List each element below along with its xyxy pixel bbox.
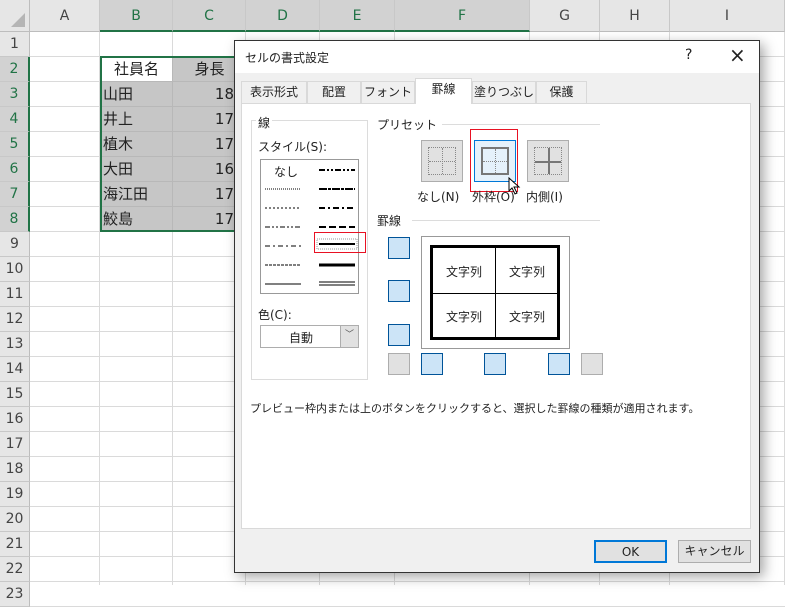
dialog-title: セルの書式設定 [245, 51, 330, 65]
row-header-19[interactable]: 19 [0, 482, 30, 507]
row-header-9[interactable]: 9 [0, 232, 30, 257]
row-header-3[interactable]: 3 [0, 82, 30, 107]
preset-inside-label: 内側(I) [526, 190, 563, 204]
column-header-g[interactable]: G [530, 0, 600, 32]
row-header-20[interactable]: 20 [0, 507, 30, 532]
column-header-c[interactable]: C [173, 0, 246, 32]
preview-text: 文字列 [446, 310, 483, 324]
column-header-h[interactable]: H [600, 0, 670, 32]
selection-border [100, 56, 236, 232]
tab-alignment[interactable]: 配置 [307, 81, 361, 103]
border-bottom-button[interactable] [388, 324, 410, 346]
ok-button[interactable]: OK [594, 540, 667, 563]
border-panel: 線 スタイル(S): なし 色(C): 自動 ﹀ プリセット なし(N) 外枠(… [241, 103, 751, 529]
preset-inside-button[interactable] [527, 140, 569, 182]
row-header-12[interactable]: 12 [0, 307, 30, 332]
border-right-button[interactable] [548, 353, 570, 375]
column-header-a[interactable]: A [30, 0, 100, 32]
column-header-b[interactable]: B [100, 0, 173, 32]
line-group-label: 線 [256, 114, 273, 131]
border-diagonal-down-button[interactable] [581, 353, 603, 375]
row-header-6[interactable]: 6 [0, 157, 30, 182]
preset-label: プリセット [377, 118, 438, 132]
row-header-13[interactable]: 13 [0, 332, 30, 357]
row-header-21[interactable]: 21 [0, 532, 30, 557]
border-label: 罫線 [377, 214, 402, 228]
row-header-4[interactable]: 4 [0, 107, 30, 132]
hint-text: プレビュー枠内または上のボタンをクリックすると、選択した罫線の種類が適用されます… [250, 402, 700, 415]
tab-border[interactable]: 罫線 [415, 78, 472, 104]
cancel-button[interactable]: キャンセル [678, 540, 751, 563]
close-icon[interactable]: × [729, 43, 746, 67]
select-all-corner[interactable] [0, 0, 30, 32]
tab-font[interactable]: フォント [361, 81, 415, 103]
help-button[interactable]: ? [685, 47, 692, 63]
row-header-17[interactable]: 17 [0, 432, 30, 457]
border-left-button[interactable] [421, 353, 443, 375]
border-top-button[interactable] [388, 237, 410, 259]
row-header-1[interactable]: 1 [0, 32, 30, 57]
tab-fill[interactable]: 塗りつぶし [472, 81, 536, 103]
preset-none-label: なし(N) [417, 190, 460, 204]
preview-text: 文字列 [509, 310, 546, 324]
tab-number[interactable]: 表示形式 [241, 81, 307, 103]
style-label: スタイル(S): [258, 140, 328, 154]
color-select[interactable]: 自動 ﹀ [260, 325, 359, 348]
column-header-e[interactable]: E [320, 0, 395, 32]
border-inside-horizontal-button[interactable] [388, 280, 410, 302]
preset-none-button[interactable] [421, 140, 463, 182]
row-header-7[interactable]: 7 [0, 182, 30, 207]
border-inside-vertical-button[interactable] [484, 353, 506, 375]
row-header-2[interactable]: 2 [0, 57, 30, 82]
row-header-10[interactable]: 10 [0, 257, 30, 282]
row-header-5[interactable]: 5 [0, 132, 30, 157]
preview-text: 文字列 [446, 265, 483, 279]
color-label: 色(C): [258, 308, 292, 322]
row-header-11[interactable]: 11 [0, 282, 30, 307]
row-header-14[interactable]: 14 [0, 357, 30, 382]
row-header-23[interactable]: 23 [0, 582, 30, 607]
column-header-d[interactable]: D [246, 0, 320, 32]
line-styles[interactable] [261, 160, 360, 295]
row-header-18[interactable]: 18 [0, 457, 30, 482]
column-header-i[interactable]: I [670, 0, 785, 32]
border-preview[interactable]: 文字列 文字列 文字列 文字列 [421, 236, 570, 349]
format-cells-dialog: セルの書式設定 ? × 表示形式 配置 フォント 罫線 塗りつぶし 保護 線 ス… [234, 40, 760, 573]
row-header-8[interactable]: 8 [0, 207, 30, 232]
preview-text: 文字列 [509, 265, 546, 279]
preset-outline-button[interactable] [474, 140, 516, 182]
row-header-16[interactable]: 16 [0, 407, 30, 432]
line-style-list[interactable]: なし [260, 159, 366, 295]
column-header-f[interactable]: F [395, 0, 530, 32]
row-header-15[interactable]: 15 [0, 382, 30, 407]
mouse-cursor-icon [508, 177, 521, 195]
border-diagonal-up-button[interactable] [388, 353, 410, 375]
tab-protection[interactable]: 保護 [536, 81, 587, 103]
color-value: 自動 [289, 331, 314, 345]
row-header-22[interactable]: 22 [0, 557, 30, 582]
chevron-down-icon: ﹀ [340, 326, 358, 347]
